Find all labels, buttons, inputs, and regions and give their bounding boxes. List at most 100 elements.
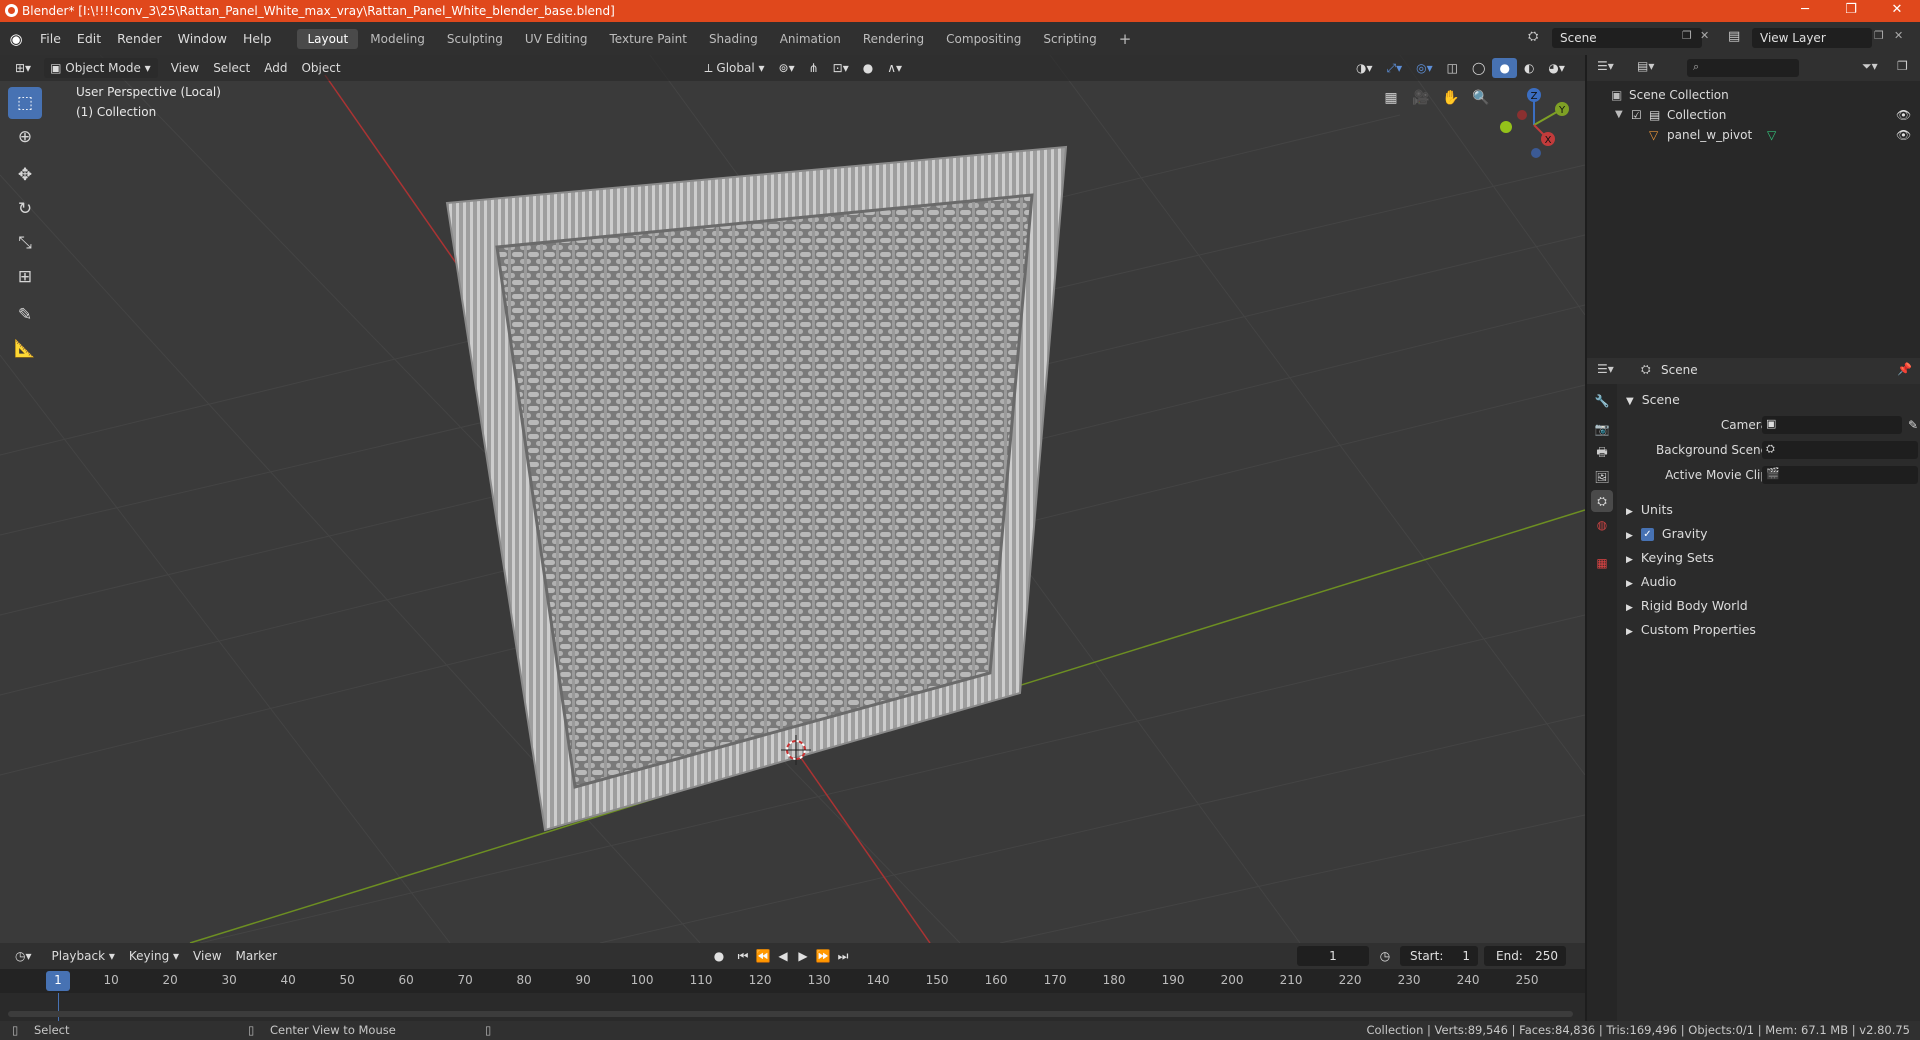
measure-tool-icon[interactable]: 📐	[8, 333, 42, 365]
timeline-area[interactable]	[0, 993, 1585, 1021]
gizmo-neg-y[interactable]	[1500, 121, 1512, 133]
tab-compositing[interactable]: Compositing	[936, 29, 1031, 49]
pivot-point-icon[interactable]: ⊚▾	[772, 58, 802, 78]
expand-arrow-icon[interactable]: ▼	[1615, 105, 1623, 125]
units-panel-header[interactable]: ▶ Units	[1622, 498, 1918, 522]
tool-tab-icon[interactable]: 🔧	[1591, 390, 1613, 412]
jump-end-icon[interactable]: ⏭	[833, 946, 853, 966]
output-tab-icon[interactable]: 🖶	[1591, 442, 1613, 464]
current-frame-field[interactable]: 1	[1297, 946, 1369, 966]
menu-keying[interactable]: Keying ▾	[122, 946, 186, 966]
rendered-shading-icon[interactable]: ◕▾	[1541, 58, 1572, 78]
world-tab-icon[interactable]: ◍	[1591, 514, 1613, 536]
overlays-toggle-icon[interactable]: ◎▾	[1409, 58, 1440, 78]
orientation-gizmo[interactable]: Z Y X	[1494, 85, 1574, 165]
view-layer-remove-icon[interactable]: ✕	[1894, 29, 1903, 42]
record-button[interactable]: ●	[709, 946, 729, 966]
wireframe-shading-icon[interactable]: ◯	[1465, 58, 1492, 78]
eye-icon[interactable]: 👁	[1896, 105, 1911, 125]
outliner-row-panel-w-pivot[interactable]: ▽ panel_w_pivot ▽ 👁	[1587, 125, 1920, 145]
gravity-checkbox[interactable]: ✓	[1640, 528, 1654, 541]
minimize-button[interactable]: ─	[1782, 0, 1828, 22]
outliner-row-collection[interactable]: ▼ ☑ ▤ Collection 👁	[1587, 105, 1920, 125]
zoom-icon[interactable]: 🔍	[1468, 85, 1494, 111]
transform-orientation-selector[interactable]: ⟂ Global ▾	[698, 58, 772, 78]
keying-sets-panel-header[interactable]: ▶ Keying Sets	[1622, 546, 1918, 570]
tab-scripting[interactable]: Scripting	[1033, 29, 1106, 49]
menu-render[interactable]: Render	[109, 22, 170, 55]
menu-edit[interactable]: Edit	[69, 22, 109, 55]
pan-hand-icon[interactable]: ✋	[1438, 85, 1464, 111]
preview-range-icon[interactable]: ◷	[1375, 946, 1395, 966]
solid-shading-icon[interactable]: ●	[1492, 58, 1517, 78]
tab-sculpting[interactable]: Sculpting	[437, 29, 513, 49]
transform-tool-icon[interactable]: ⊞	[8, 261, 42, 293]
display-mode-icon[interactable]: ▤▾	[1637, 59, 1654, 73]
texture-tab-icon[interactable]: ▦	[1591, 552, 1613, 574]
outliner-row-scene-collection[interactable]: ▣ Scene Collection	[1587, 85, 1920, 105]
menu-object[interactable]: Object	[294, 58, 347, 78]
outliner-editor-type-icon[interactable]: ☰▾	[1597, 59, 1614, 73]
menu-file[interactable]: File	[32, 22, 69, 55]
eye-icon[interactable]: 👁	[1896, 125, 1911, 145]
frame-ruler[interactable]: 1 10 20 30 40 50 60 70 80 90 100 110 120 130 140 150 160…	[0, 969, 1585, 993]
timeline-scrollbar[interactable]	[8, 1011, 1573, 1017]
menu-view[interactable]: View	[164, 58, 206, 78]
material-shading-icon[interactable]: ◐	[1517, 58, 1541, 78]
tab-shading[interactable]: Shading	[699, 29, 768, 49]
view-layer-browse-icon[interactable]: ▤	[1728, 29, 1740, 44]
view-layer-field[interactable]: View Layer	[1752, 28, 1872, 48]
play-icon[interactable]: ▶	[793, 946, 813, 966]
tab-uv-editing[interactable]: UV Editing	[515, 29, 598, 49]
editor-type-icon[interactable]: ⊞▾	[8, 58, 38, 78]
snap-icon[interactable]: ⋔	[802, 58, 826, 78]
toggle-grid-icon[interactable]: ▦	[1378, 85, 1404, 111]
scale-tool-icon[interactable]: ⤡	[8, 227, 42, 259]
proportional-editing-icon[interactable]: ●	[856, 58, 880, 78]
gizmo-neg-z[interactable]	[1531, 148, 1541, 158]
add-workspace-button[interactable]: +	[1109, 29, 1142, 49]
tab-modeling[interactable]: Modeling	[360, 29, 435, 49]
menu-select[interactable]: Select	[206, 58, 257, 78]
menu-marker[interactable]: Marker	[229, 946, 284, 966]
mesh-data-icon[interactable]: ▽	[1767, 125, 1776, 145]
menu-timeline-view[interactable]: View	[186, 946, 228, 966]
timeline-editor-type-icon[interactable]: ◷▾	[8, 946, 39, 966]
select-box-tool-icon[interactable]: ⬚	[8, 87, 42, 119]
gizmo-neg-x[interactable]	[1517, 110, 1527, 120]
maximize-button[interactable]: ❐	[1828, 0, 1874, 22]
falloff-icon[interactable]: ∧▾	[880, 58, 909, 78]
view-layer-tab-icon[interactable]: 🖼	[1591, 466, 1613, 488]
visibility-selector-icon[interactable]: ◑▾	[1349, 58, 1380, 78]
scene-browse-icon[interactable]: ⛭	[1528, 29, 1538, 44]
scene-panel-header[interactable]: ▼ Scene	[1622, 388, 1918, 412]
menu-help[interactable]: Help	[235, 22, 280, 55]
rotate-tool-icon[interactable]: ↻	[8, 193, 42, 225]
jump-keyframe-forward-icon[interactable]: ⏩	[813, 946, 833, 966]
camera-field[interactable]: ▣	[1762, 416, 1902, 434]
cursor-tool-icon[interactable]: ⊕	[8, 121, 42, 153]
scene-remove-icon[interactable]: ✕	[1700, 29, 1709, 42]
audio-panel-header[interactable]: ▶ Audio	[1622, 570, 1918, 594]
render-tab-icon[interactable]: 📷	[1591, 418, 1613, 440]
blender-menu-icon[interactable]: ◉	[0, 30, 32, 48]
new-collection-icon[interactable]: ❐	[1897, 59, 1908, 73]
menu-add[interactable]: Add	[257, 58, 294, 78]
scene-copy-icon[interactable]: ❐	[1682, 29, 1692, 42]
outliner-search-input[interactable]: ⌕	[1687, 59, 1799, 77]
gizmo-toggle-icon[interactable]: ⤢▾	[1380, 58, 1410, 78]
tab-animation[interactable]: Animation	[770, 29, 851, 49]
properties-editor-type-icon[interactable]: ☰▾	[1597, 362, 1614, 376]
view-layer-copy-icon[interactable]: ❐	[1874, 29, 1884, 42]
active-movie-clip-field[interactable]: 🎬	[1762, 466, 1918, 484]
collection-checkbox[interactable]: ☑	[1631, 105, 1642, 125]
gravity-panel-header[interactable]: ▶ ✓ Gravity	[1622, 522, 1918, 546]
xray-toggle-icon[interactable]: ◫	[1440, 58, 1465, 78]
3d-viewport[interactable]: ⊞▾ ▣ Object Mode ▾ View Select Add Objec…	[0, 55, 1585, 943]
menu-window[interactable]: Window	[170, 22, 235, 55]
play-reverse-icon[interactable]: ◀	[773, 946, 793, 966]
pin-icon[interactable]: 📌	[1897, 362, 1912, 376]
jump-start-icon[interactable]: ⏮	[733, 946, 753, 966]
custom-properties-panel-header[interactable]: ▶ Custom Properties	[1622, 618, 1918, 642]
scene-tab-icon[interactable]: ⛭	[1591, 490, 1613, 512]
